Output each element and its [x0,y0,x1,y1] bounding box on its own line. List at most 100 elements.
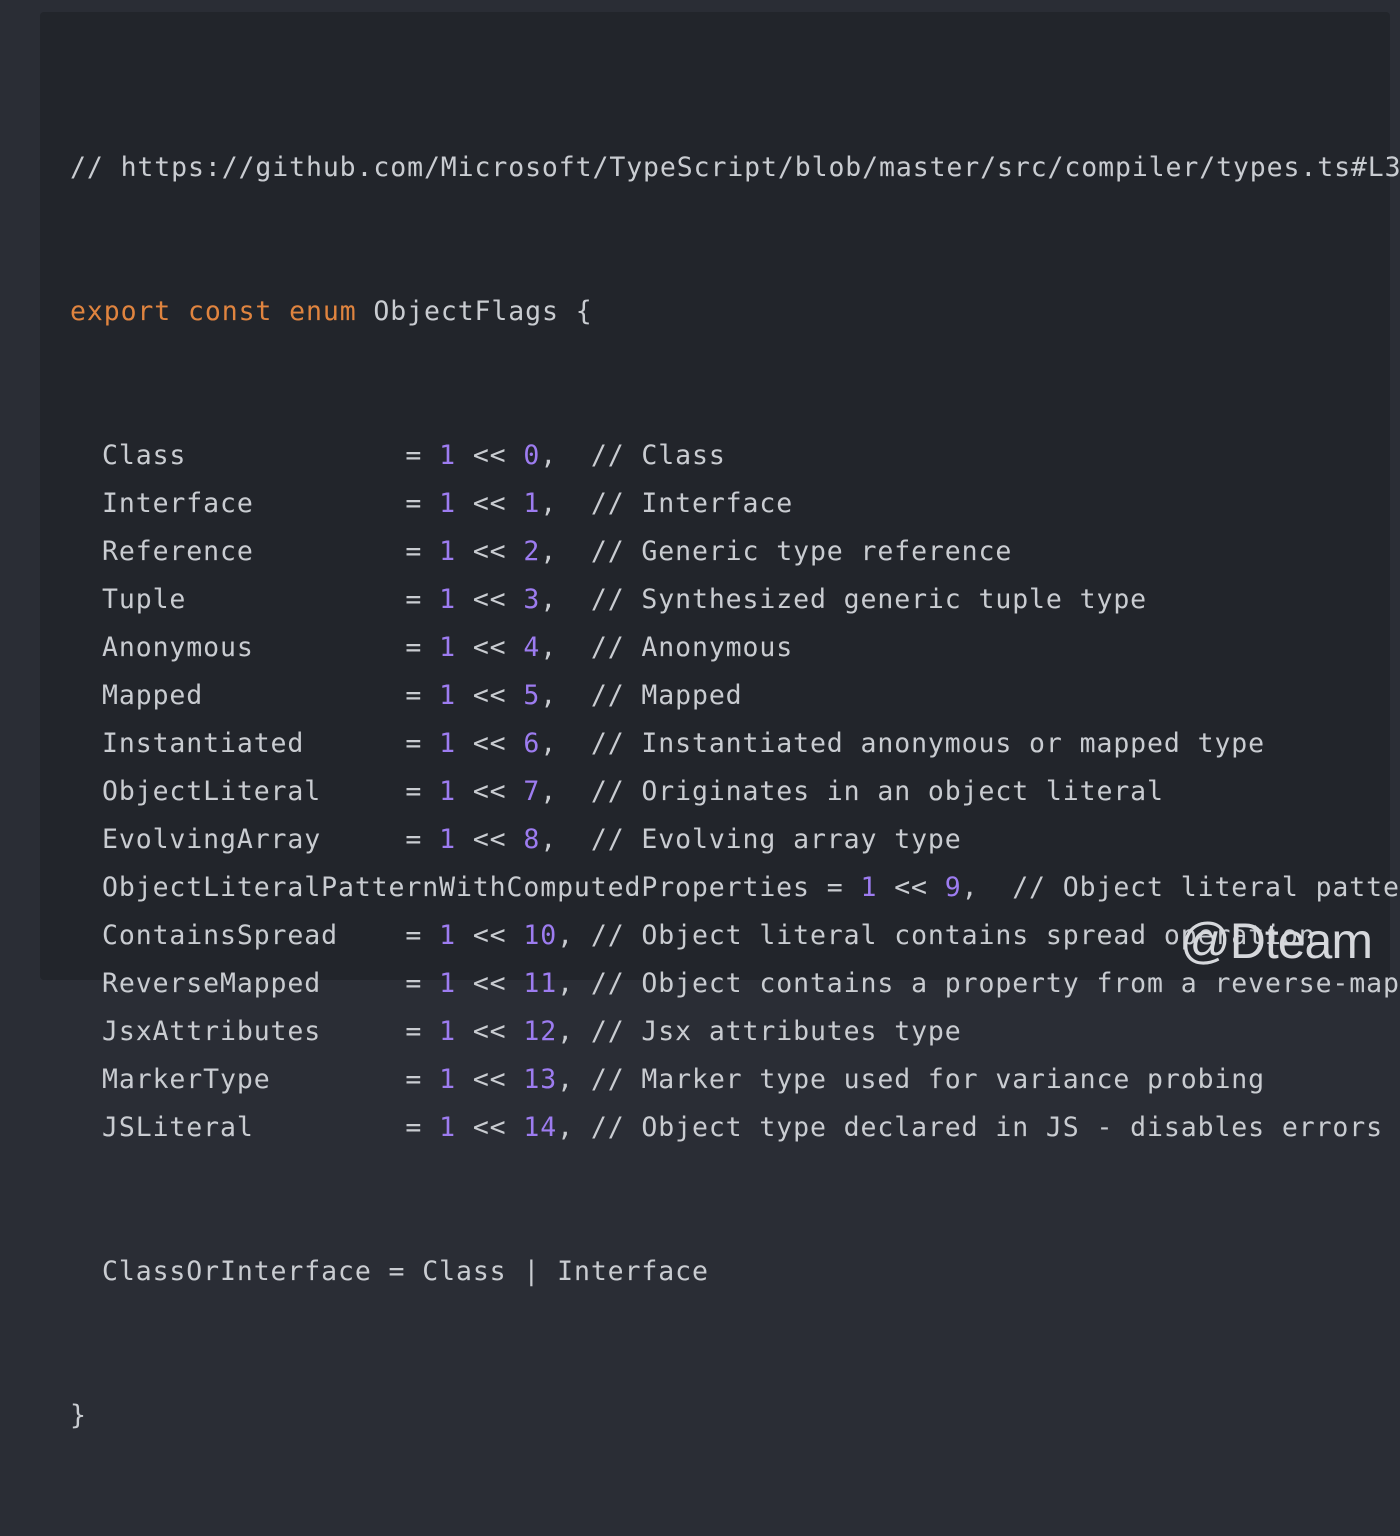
member-comment: // Object type declared in JS - disables… [590,1112,1400,1143]
enum-member: MarkerType = 1 << 13, // Marker type use… [102,1064,1266,1095]
member-name: JsxAttributes [102,1016,389,1047]
shift-operator: << [472,1016,507,1047]
shift-amount: 0 [523,440,541,471]
shift-amount: 8 [523,824,541,855]
union-left: Class [422,1256,507,1287]
assign-operator: = [405,680,423,711]
literal-one: 1 [439,1016,456,1047]
close-brace: } [70,1400,87,1431]
shift-operator: << [472,728,507,759]
shift-operator: << [472,776,507,807]
member-comment: // Originates in an object literal [590,776,1164,807]
watermark: @Dteam [1179,913,1373,969]
shift-operator: << [472,824,507,855]
assign-operator: = [405,968,423,999]
assign-operator: = [405,1016,423,1047]
assign-operator: = [405,488,423,519]
literal-one: 1 [439,536,456,567]
member-comment: // Synthesized generic tuple type [590,584,1148,615]
member-comment: // Marker type used for variance probing [590,1064,1266,1095]
literal-one: 1 [439,440,456,471]
member-name: Instantiated [102,728,389,759]
open-brace: { [575,296,593,327]
shift-amount: 14 [523,1112,558,1143]
member-name: ObjectLiteralPatternWithComputedProperti… [102,872,810,903]
literal-one: 1 [439,776,456,807]
shift-amount: 12 [523,1016,558,1047]
keyword-export: export [70,296,172,327]
member-name: JSLiteral [102,1112,389,1143]
member-name: Reference [102,536,389,567]
member-name: Mapped [102,680,389,711]
shift-amount: 13 [523,1064,558,1095]
shift-operator: << [472,584,507,615]
literal-one: 1 [439,1112,456,1143]
member-comment: // Interface [590,488,794,519]
member-name: MarkerType [102,1064,389,1095]
shift-amount: 3 [523,584,541,615]
keyword-enum: enum [289,296,357,327]
member-comment: // Anonymous [590,632,794,663]
member-name: Class [102,440,389,471]
literal-one: 1 [439,584,456,615]
assign-operator: = [405,584,423,615]
member-name: ReverseMapped [102,968,389,999]
keyword-const: const [188,296,273,327]
assign-operator: = [405,1112,423,1143]
enum-member: ObjectLiteralPatternWithComputedProperti… [70,864,1400,912]
shift-amount: 1 [523,488,541,519]
shift-operator: << [472,1112,507,1143]
shift-operator: << [472,440,507,471]
member-comment: // Mapped [590,680,743,711]
member-comment: // Object literal pattern [1012,872,1400,903]
enum-member: JSLiteral = 1 << 14, // Object type decl… [70,1104,1400,1152]
enum-member: ObjectLiteral = 1 << 7, // Originates in… [102,776,1164,807]
assign-operator: = [405,1064,423,1095]
literal-one: 1 [439,680,456,711]
shift-operator: << [472,680,507,711]
literal-one: 1 [439,824,456,855]
literal-one: 1 [439,632,456,663]
assign-operator: = [405,632,423,663]
member-comment: // Instantiated anonymous or mapped type [590,728,1266,759]
member-name: ContainsSpread [102,920,389,951]
shift-operator: << [472,536,507,567]
shift-operator: << [472,920,507,951]
member-name: Tuple [102,584,389,615]
literal-one: 1 [860,872,878,903]
member-comment: // Object contains a property from a rev… [590,968,1400,999]
literal-one: 1 [439,1064,456,1095]
assign-operator: = [405,536,423,567]
assign-operator: = [405,776,423,807]
shift-amount: 5 [523,680,541,711]
shift-operator: << [894,872,928,903]
enum-member: EvolvingArray = 1 << 8, // Evolving arra… [102,824,962,855]
enum-declaration: export const enum ObjectFlags { [70,288,1400,336]
url-comment: // https://github.com/Microsoft/TypeScri… [70,152,1400,183]
member-name: EvolvingArray [102,824,389,855]
assign-operator: = [826,872,844,903]
assign-operator: = [405,728,423,759]
member-comment: // Class [590,440,726,471]
enum-member: Reference = 1 << 2, // Generic type refe… [102,536,1013,567]
literal-one: 1 [439,728,456,759]
enum-member: Mapped = 1 << 5, // Mapped [102,680,743,711]
code-panel: // https://github.com/Microsoft/TypeScri… [40,12,1400,1431]
assign-operator: = [405,824,423,855]
shift-amount: 6 [523,728,541,759]
member-name: ObjectLiteral [102,776,389,807]
member-name: ClassOrInterface [102,1256,372,1287]
enum-member: Interface = 1 << 1, // Interface [102,488,794,519]
code-block: // https://github.com/Microsoft/TypeScri… [70,48,1400,1536]
shift-amount: 11 [523,968,558,999]
member-comment: // Jsx attributes type [590,1016,962,1047]
assign-operator: = [405,920,423,951]
enum-member-union: ClassOrInterface = Class | Interface [102,1256,709,1287]
literal-one: 1 [439,488,456,519]
enum-name: ObjectFlags [373,296,559,327]
enum-member: Class = 1 << 0, // Class [102,440,726,471]
shift-amount: 10 [523,920,558,951]
enum-member: JsxAttributes = 1 << 12, // Jsx attribut… [102,1016,962,1047]
shift-amount: 4 [523,632,541,663]
union-operator: | [523,1256,541,1287]
